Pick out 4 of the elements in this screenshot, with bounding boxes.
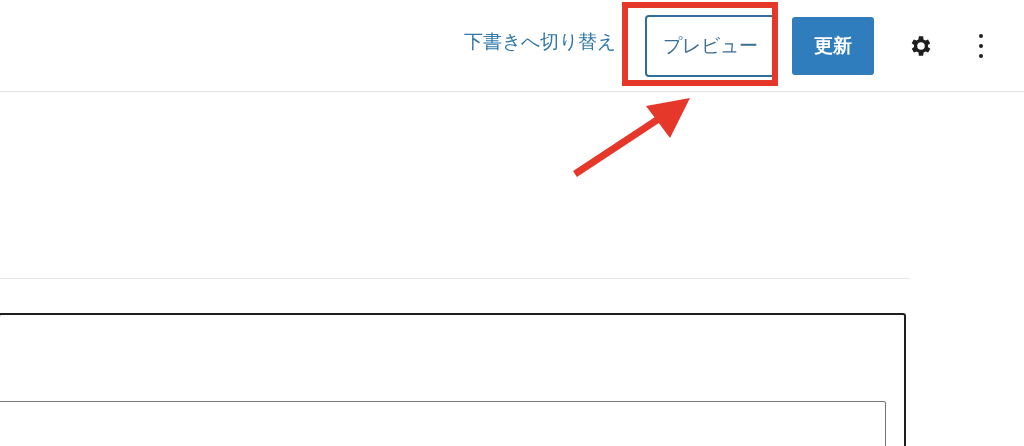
switch-to-draft-link[interactable]: 下書きへ切り替え: [464, 28, 616, 55]
preview-button[interactable]: プレビュー: [645, 14, 775, 77]
more-options-icon[interactable]: [978, 32, 984, 59]
update-button[interactable]: 更新: [792, 16, 874, 75]
